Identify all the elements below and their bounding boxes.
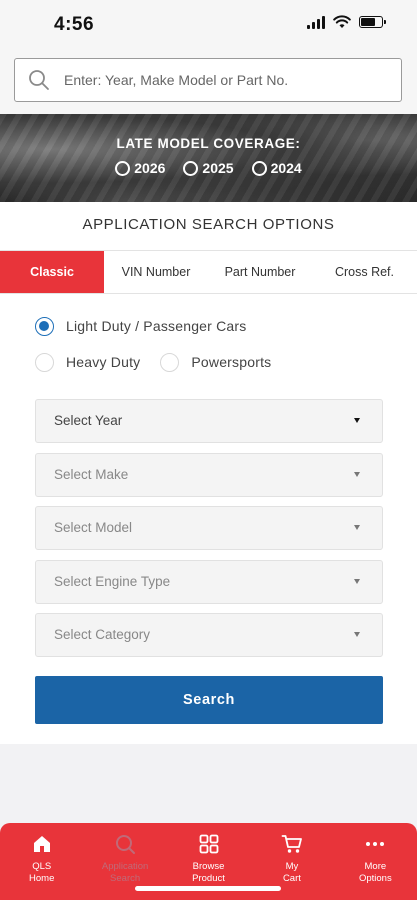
select-year[interactable]: Select Year [35,399,383,443]
section-title: APPLICATION SEARCH OPTIONS [82,216,335,233]
wifi-icon [333,15,351,28]
banner-title: LATE MODEL COVERAGE: [116,136,301,151]
select-model[interactable]: Select Model [35,506,383,550]
nav-label: QLS Home [29,861,55,884]
status-time: 4:56 [54,14,95,35]
vehicle-type-powersports[interactable]: Powersports [160,352,272,372]
radio-icon [251,160,267,176]
select-label: Select Model [54,520,133,535]
dropdown-arrow-icon [354,471,360,477]
nav-label: More Options [358,861,392,884]
year-option-2026[interactable]: 2026 [115,160,165,176]
year-option-2024[interactable]: 2024 [251,160,302,176]
select-label: Select Engine Type [54,573,171,589]
select-label: Select Make [54,466,129,482]
nav-item-qls-home[interactable]: QLS Home [0,823,83,900]
nav-label: Application Search [101,861,149,884]
radio-icon [35,352,54,372]
home-icon [33,836,50,852]
nav-label: Browse Product [192,861,225,884]
cart-icon [281,835,302,853]
vehicle-selects: Select Year Select Make Select Model Sel… [35,399,383,667]
vehicle-type-light-duty[interactable]: Light Duty / Passenger Cars [35,316,247,336]
vehicle-type-label: Powersports [191,354,272,370]
home-indicator [135,886,281,891]
select-category[interactable]: Select Category [35,613,383,657]
vehicle-type-label: Light Duty / Passenger Cars [66,318,247,334]
nav-label: My Cart [282,861,301,884]
select-label: Select Category [54,627,151,642]
year-label: 2026 [134,160,166,176]
select-make[interactable]: Select Make [35,452,383,497]
year-label: 2025 [202,160,234,176]
vehicle-type-label: Heavy Duty [66,354,141,370]
tab-vin-number[interactable]: VIN Number [104,251,208,293]
dropdown-arrow-icon [354,418,360,423]
tab-classic[interactable]: Classic [0,251,104,293]
tab-part-number[interactable]: Part Number [208,251,312,293]
radio-icon [160,352,180,372]
radio-checked-icon [35,316,54,336]
more-icon [366,842,385,846]
vehicle-type-heavy-duty[interactable]: Heavy Duty [35,352,141,372]
search-input[interactable] [62,71,401,89]
vehicle-type-options: Light Duty / Passenger Cars Heavy Duty P… [35,316,395,388]
search-bar-container [0,48,417,114]
application-search-panel: APPLICATION SEARCH OPTIONS Classic VIN N… [0,202,417,744]
select-label: Select Year [54,413,123,428]
tab-cross-ref[interactable]: Cross Ref. [312,251,417,293]
dropdown-arrow-icon [354,578,360,584]
search-icon [116,835,136,854]
year-options: 2026 2025 2024 [0,160,417,176]
year-option-2025[interactable]: 2025 [183,160,234,176]
search-box[interactable] [14,58,402,102]
nav-item-more-options[interactable]: More Options [334,823,417,900]
status-bar: 4:56 [0,0,417,48]
coverage-banner: LATE MODEL COVERAGE: 2026 2025 2024 [0,114,417,202]
search-tabs: Classic VIN Number Part Number Cross Ref… [0,250,417,294]
cellular-signal-icon [307,15,325,29]
dropdown-arrow-icon [354,525,360,530]
status-icons [307,15,386,29]
dropdown-arrow-icon [354,632,360,637]
year-label: 2024 [270,160,302,176]
search-button[interactable]: Search [35,676,383,724]
search-icon [29,70,49,90]
radio-icon [183,160,199,176]
select-engine-type[interactable]: Select Engine Type [35,559,383,604]
radio-icon [115,160,131,176]
battery-icon [359,16,386,28]
grid-icon [199,834,218,854]
